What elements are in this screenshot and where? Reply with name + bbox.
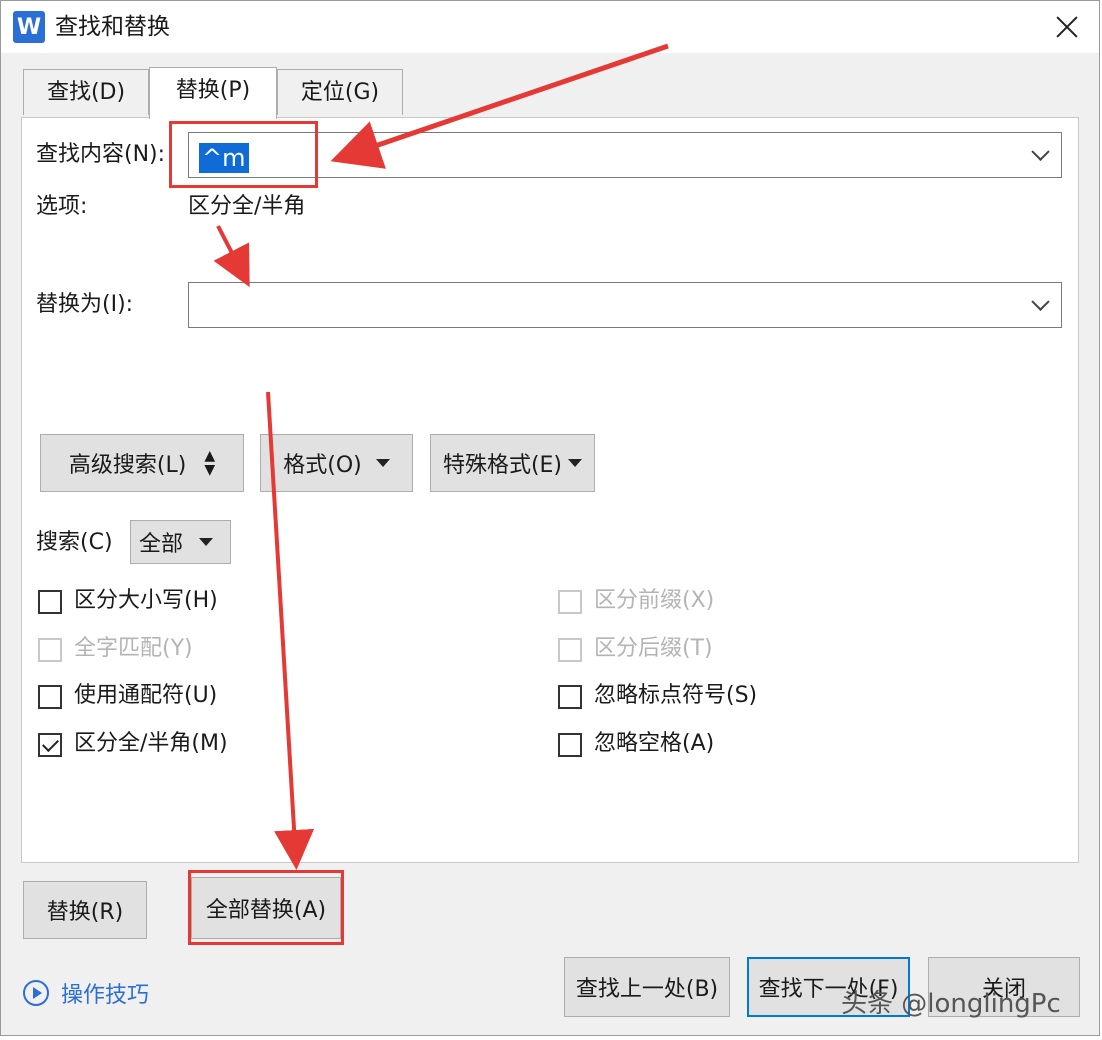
search-direction-label: 搜索(C)	[36, 530, 113, 555]
collapse-toggle-icon: ▲ ▼	[204, 448, 216, 478]
ignore-punctuation-checkbox[interactable]	[558, 685, 582, 709]
play-circle-icon	[23, 980, 49, 1006]
match-case-checkbox[interactable]	[38, 590, 62, 614]
wildcards-label: 使用通配符(U)	[74, 683, 218, 708]
match-case-label: 区分大小写(H)	[74, 588, 218, 613]
format-label: 格式(O)	[283, 453, 362, 478]
find-label: 查找内容(N):	[36, 142, 166, 167]
full-half-width-checkbox[interactable]	[38, 733, 62, 757]
options-value: 区分全/半角	[188, 194, 306, 219]
match-prefix-label: 区分前缀(X)	[594, 588, 715, 613]
find-input-value: ^m	[199, 143, 249, 173]
options-label: 选项:	[36, 194, 88, 219]
find-previous-button[interactable]: 查找上一处(B)	[564, 957, 730, 1017]
replace-all-button[interactable]: 全部替换(A)	[191, 877, 341, 939]
special-format-button[interactable]: 特殊格式(E)	[430, 434, 595, 492]
advanced-search-button[interactable]: 高级搜索(L) ▲ ▼	[40, 434, 244, 492]
format-button[interactable]: 格式(O)	[260, 434, 413, 492]
operation-tips-link[interactable]: 操作技巧	[23, 977, 149, 1009]
dropdown-arrow-icon	[568, 459, 583, 467]
match-prefix-checkbox[interactable]	[558, 590, 582, 614]
find-input[interactable]: ^m	[188, 132, 1062, 178]
dropdown-arrow-icon	[199, 538, 214, 546]
title-bar[interactable]: W 查找和替换	[1, 1, 1099, 53]
match-suffix-checkbox[interactable]	[558, 638, 582, 662]
match-suffix-label: 区分后缀(T)	[594, 636, 713, 661]
chevron-down-icon[interactable]	[1031, 292, 1050, 311]
window-title: 查找和替换	[55, 14, 170, 40]
tab-replace[interactable]: 替换(P)	[149, 67, 277, 119]
tab-find[interactable]: 查找(D)	[23, 69, 149, 115]
watermark: 头条 @longlingPc	[841, 989, 1061, 1019]
find-replace-dialog: W 查找和替换 查找(D) 替换(P) 定位(G) 查找内容(N): ^m 选项…	[0, 0, 1100, 1036]
ignore-punctuation-label: 忽略标点符号(S)	[594, 683, 758, 708]
tab-goto[interactable]: 定位(G)	[277, 69, 403, 115]
advanced-search-label: 高级搜索(L)	[68, 453, 187, 478]
replace-tab-panel: 查找内容(N): ^m 选项: 区分全/半角 替换为(I): 高级搜索(L) ▲…	[21, 117, 1079, 863]
wps-writer-icon: W	[13, 11, 45, 43]
whole-word-label: 全字匹配(Y)	[74, 636, 193, 661]
replace-input[interactable]	[188, 282, 1062, 328]
search-direction-select[interactable]: 全部	[130, 520, 231, 564]
special-format-label: 特殊格式(E)	[442, 453, 563, 478]
full-half-width-label: 区分全/半角(M)	[74, 731, 228, 756]
close-icon[interactable]	[1047, 9, 1087, 45]
replace-label: 替换为(I):	[36, 292, 134, 317]
ignore-space-label: 忽略空格(A)	[594, 731, 715, 756]
dropdown-arrow-icon	[375, 459, 390, 467]
operation-tips-label: 操作技巧	[61, 983, 150, 1008]
wildcards-checkbox[interactable]	[38, 685, 62, 709]
whole-word-checkbox[interactable]	[38, 638, 62, 662]
chevron-down-icon[interactable]	[1031, 142, 1050, 161]
replace-button[interactable]: 替换(R)	[23, 881, 147, 939]
ignore-space-checkbox[interactable]	[558, 733, 582, 757]
search-direction-value: 全部	[139, 532, 184, 557]
